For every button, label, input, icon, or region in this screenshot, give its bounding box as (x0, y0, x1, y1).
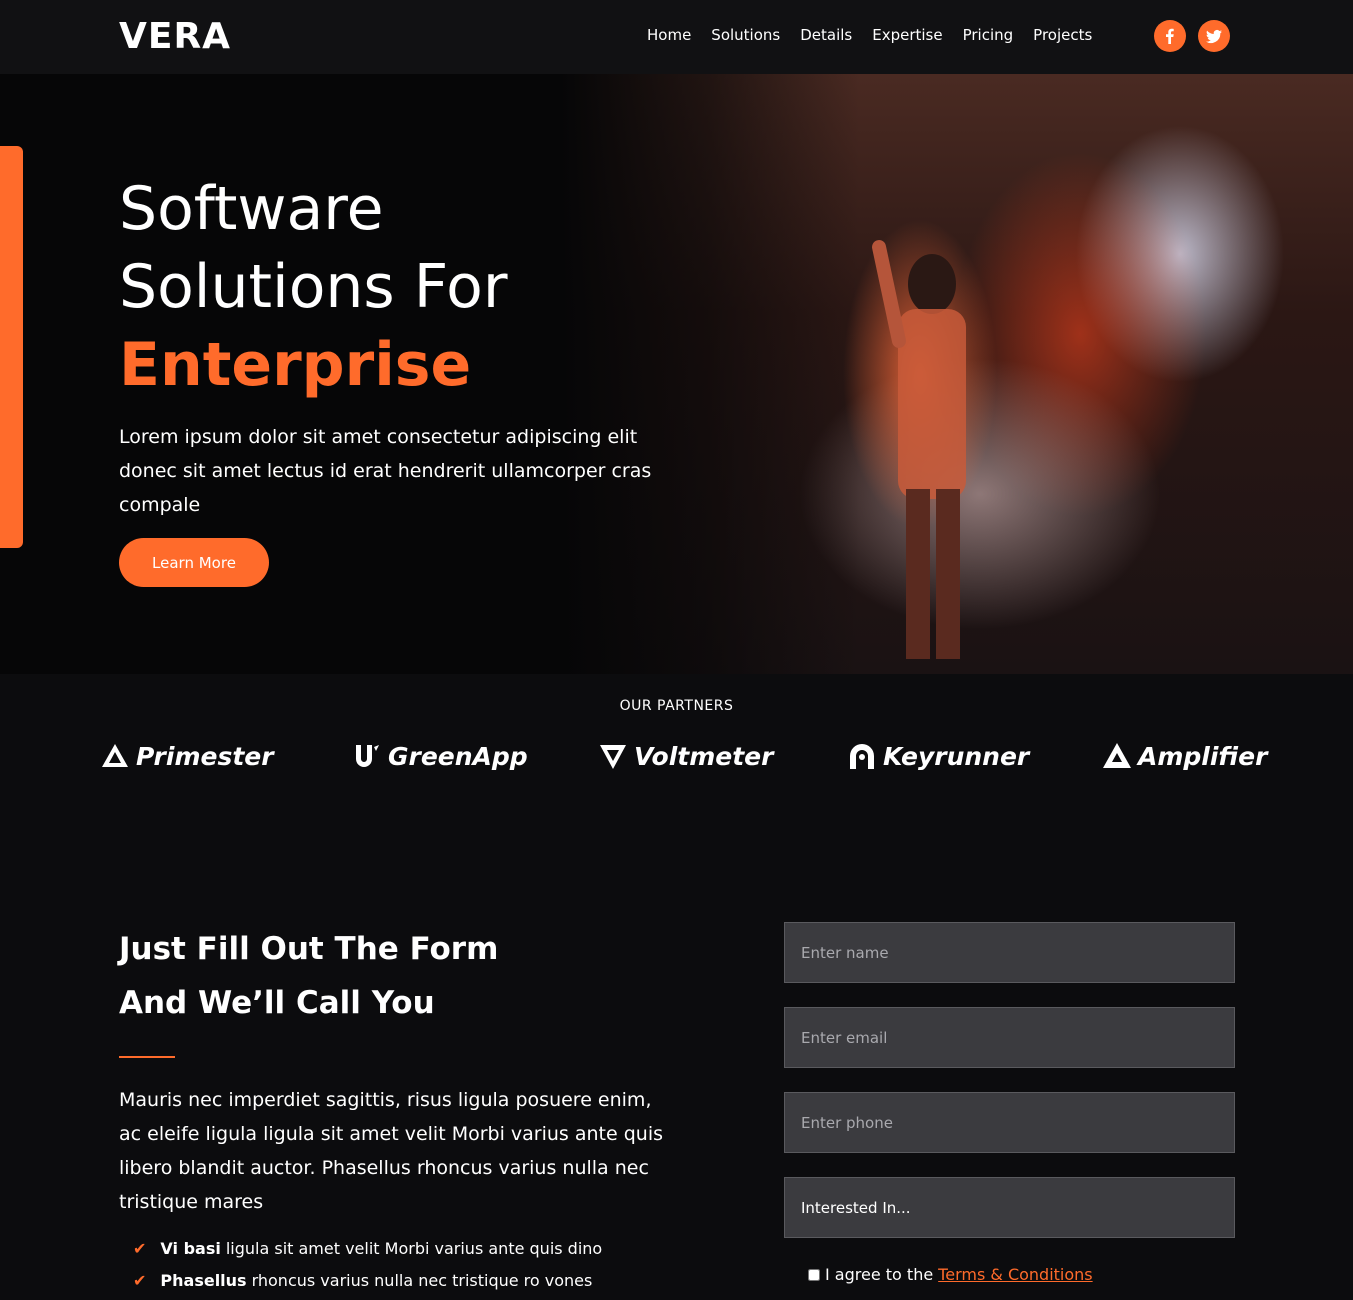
interest-select[interactable]: Interested In... (784, 1177, 1235, 1238)
partner-name: Primester (136, 741, 274, 771)
heading-underline (119, 1056, 175, 1058)
terms-link[interactable]: Terms & Conditions (938, 1265, 1092, 1284)
agree-text: I agree to the (825, 1265, 934, 1284)
partner-voltmeter[interactable]: Voltmeter (598, 738, 773, 774)
nav-link-expertise[interactable]: Expertise (872, 24, 942, 46)
email-field[interactable] (784, 1007, 1235, 1068)
hero-title-line2: Solutions For (119, 252, 508, 322)
voltmeter-logo-icon (600, 745, 626, 769)
logo[interactable]: VERA (119, 16, 231, 57)
checklist-item: ✔ Phasellus rhoncus varius nulla nec tri… (133, 1271, 592, 1290)
partner-name: Amplifier (1138, 741, 1268, 771)
hero-figure-illustration (872, 240, 966, 659)
partner-primester[interactable]: Primester (100, 738, 274, 774)
phone-field[interactable] (784, 1092, 1235, 1153)
checklist-item-text: rhoncus varius nulla nec tristique ro vo… (251, 1271, 593, 1290)
partners-heading: OUR PARTNERS (619, 698, 734, 714)
nav-link-home[interactable]: Home (647, 24, 691, 46)
partner-greenapp[interactable]: GreenApp (352, 738, 528, 774)
name-field[interactable] (784, 922, 1235, 983)
checklist-item-bold: Phasellus (160, 1271, 247, 1290)
interest-select-value: Interested In... (801, 1198, 911, 1217)
check-icon: ✔ (133, 1239, 147, 1258)
form-heading-line1: Just Fill Out The Form (119, 931, 499, 967)
terms-checkbox[interactable] (808, 1268, 820, 1281)
hero-title: Software Solutions For Enterprise (119, 170, 508, 404)
hero-accent-bar (0, 146, 23, 548)
form-section-description: Mauris nec imperdiet sagittis, risus lig… (119, 1089, 664, 1213)
checklist-item-bold: Vi basi (160, 1239, 221, 1258)
keyrunner-logo-icon (850, 744, 874, 769)
partner-name: GreenApp (388, 741, 528, 771)
greenapp-logo-icon (356, 745, 379, 767)
navbar: VERA Home Solutions Details Expertise Pr… (0, 0, 1353, 74)
partner-name: Keyrunner (883, 741, 1030, 771)
twitter-button[interactable] (1198, 20, 1230, 52)
hero-description: Lorem ipsum dolor sit amet consectetur a… (119, 426, 652, 516)
primester-logo-icon (102, 744, 128, 767)
facebook-icon (1166, 28, 1174, 44)
twitter-icon (1206, 29, 1222, 44)
checklist-item-text: ligula sit amet velit Morbi varius ante … (225, 1239, 603, 1258)
partner-keyrunner[interactable]: Keyrunner (847, 738, 1029, 774)
nav-link-solutions[interactable]: Solutions (711, 24, 780, 46)
partner-amplifier[interactable]: Amplifier (1102, 738, 1267, 774)
form-heading-line2: And We’ll Call You (119, 985, 435, 1021)
partner-name: Voltmeter (634, 741, 774, 771)
amplifier-logo-icon (1103, 743, 1131, 768)
nav-link-pricing[interactable]: Pricing (963, 24, 1014, 46)
facebook-button[interactable] (1154, 20, 1186, 52)
check-icon: ✔ (133, 1271, 147, 1290)
hero-title-accent: Enterprise (119, 330, 472, 400)
nav-link-details[interactable]: Details (800, 24, 852, 46)
terms-agreement: I agree to the Terms & Conditions (808, 1265, 1093, 1284)
nav-link-projects[interactable]: Projects (1033, 24, 1092, 46)
main-nav: Home Solutions Details Expertise Pricing… (637, 24, 1102, 46)
checklist-item: ✔ Vi basi ligula sit amet velit Morbi va… (133, 1239, 602, 1258)
hero-title-line1: Software (119, 174, 384, 244)
form-section-heading: Just Fill Out The Form And We’ll Call Yo… (119, 922, 539, 1030)
learn-more-button[interactable]: Learn More (119, 538, 269, 587)
